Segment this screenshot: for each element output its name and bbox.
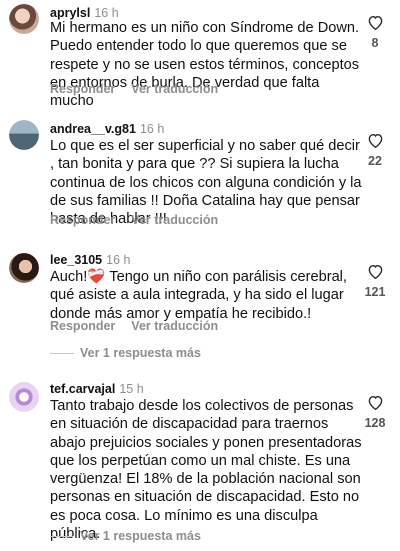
comment-username[interactable]: aprylsl [50,6,90,20]
view-replies-button[interactable]: Ver 1 respuesta más [50,346,201,360]
translate-button[interactable]: Ver traducción [131,319,218,333]
like-count: 22 [368,154,382,168]
like-count: 121 [364,285,386,299]
heart-outline-icon[interactable] [367,264,384,279]
comment-text: Tanto trabajo desde los colectivos de pe… [50,398,362,543]
comment-time: 16 h [139,122,165,136]
like-count: 8 [371,36,379,50]
comment-username[interactable]: tef.carvajal [50,382,115,396]
heart-outline-icon[interactable] [367,395,384,410]
avatar[interactable] [9,4,39,34]
comment-username[interactable]: lee_3105 [50,253,102,267]
view-replies-button[interactable]: Ver 1 respuesta más [50,529,201,543]
translate-button[interactable]: Ver traducción [131,213,218,227]
comment-username[interactable]: andrea__v.g81 [50,122,136,136]
comment-text: Auch!❤️‍🩹 Tengo un niño con parálisis ce… [50,269,347,322]
translate-button[interactable]: Ver traducción [131,82,218,96]
avatar[interactable] [9,120,39,150]
replies-divider [50,353,74,355]
reply-button[interactable]: Responder [50,82,115,96]
comment-time: 16 h [94,6,119,20]
reply-button[interactable]: Responder [50,213,115,227]
heart-outline-icon[interactable] [367,15,384,30]
heart-outline-icon[interactable] [367,133,384,148]
reply-button[interactable]: Responder [50,319,115,333]
view-replies-label: Ver 1 respuesta más [80,346,201,360]
like-count: 128 [364,416,386,430]
comment-time: 15 h [119,382,144,396]
view-replies-label: Ver 1 respuesta más [80,529,201,543]
avatar[interactable] [9,253,39,283]
comment-time: 16 h [106,253,131,267]
avatar[interactable] [9,382,39,412]
replies-divider [50,536,74,538]
comment-text: Mi hermano es un niño con Síndrome de Do… [50,20,360,110]
